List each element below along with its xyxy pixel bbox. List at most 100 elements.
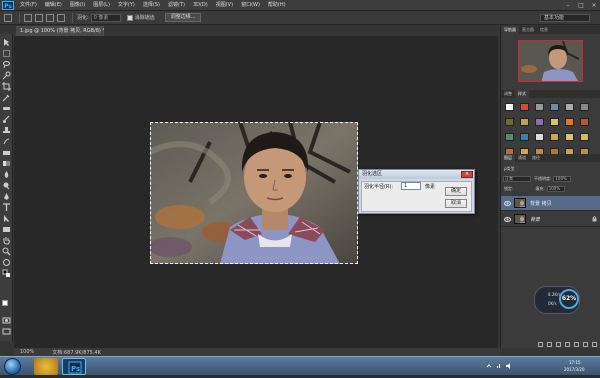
- taskbar-time[interactable]: 17:15: [569, 360, 581, 365]
- intersect-selection-icon[interactable]: [57, 13, 65, 22]
- rotate-view-tool-icon[interactable]: [2, 258, 11, 267]
- refine-edge-button[interactable]: 调整边缘...: [164, 13, 202, 22]
- trash-icon[interactable]: [592, 342, 597, 347]
- fill-input[interactable]: 100%: [546, 185, 565, 192]
- eyedropper-tool-icon[interactable]: [2, 93, 11, 102]
- maximize-button[interactable]: □: [575, 1, 587, 10]
- style-swatch[interactable]: [520, 118, 529, 126]
- style-swatch[interactable]: [535, 133, 544, 141]
- menu-window[interactable]: 窗口(W): [237, 0, 264, 11]
- link-layers-icon[interactable]: [538, 342, 543, 347]
- menu-filter[interactable]: 滤镜(T): [164, 0, 189, 11]
- photoshop-taskbar-icon[interactable]: Ps: [62, 358, 86, 375]
- start-button[interactable]: [4, 358, 21, 375]
- zoom-level[interactable]: 100%: [20, 349, 34, 355]
- new-layer-icon[interactable]: [583, 342, 588, 347]
- style-swatch[interactable]: [505, 118, 514, 126]
- style-swatch[interactable]: [520, 103, 529, 111]
- pen-tool-icon[interactable]: [2, 192, 11, 201]
- menu-3d[interactable]: 3D(D): [189, 0, 212, 11]
- close-button[interactable]: ×: [588, 1, 600, 10]
- layer-row-background-copy[interactable]: 背景 拷贝: [501, 196, 600, 211]
- cancel-button[interactable]: 取消: [445, 199, 467, 208]
- new-selection-icon[interactable]: [24, 13, 32, 22]
- volume-tray-icon[interactable]: [506, 363, 512, 369]
- type-tool-icon[interactable]: [2, 203, 11, 212]
- subtract-selection-icon[interactable]: [46, 13, 54, 22]
- tab-adjustments[interactable]: 调整: [501, 90, 515, 98]
- feather-input[interactable]: 0 像素: [90, 13, 121, 22]
- style-swatch[interactable]: [535, 118, 544, 126]
- eraser-tool-icon[interactable]: [2, 148, 11, 157]
- network-tray-icon[interactable]: [496, 363, 502, 369]
- antialias-checkbox[interactable]: [126, 14, 133, 21]
- style-swatch[interactable]: [550, 133, 559, 141]
- tab-navigator[interactable]: 导航器: [501, 26, 519, 34]
- hand-tool-icon[interactable]: [2, 236, 11, 245]
- tab-styles[interactable]: 样式: [515, 90, 529, 98]
- tray-arrow-icon[interactable]: [486, 363, 492, 369]
- style-swatch[interactable]: [505, 103, 514, 111]
- rectangle-tool-icon[interactable]: [2, 225, 11, 234]
- quick-mask-icon[interactable]: [2, 316, 11, 325]
- menu-layer[interactable]: 图层(L): [89, 0, 114, 11]
- add-mask-icon[interactable]: [556, 342, 561, 347]
- menu-help[interactable]: 帮助(H): [264, 0, 290, 11]
- style-swatch[interactable]: [580, 133, 589, 141]
- style-swatch[interactable]: [580, 118, 589, 126]
- menu-image[interactable]: 图像(I): [66, 0, 89, 11]
- style-swatch[interactable]: [505, 133, 514, 141]
- screen-mode-icon[interactable]: [2, 327, 11, 336]
- brush-tool-icon[interactable]: [2, 115, 11, 124]
- history-brush-tool-icon[interactable]: [2, 137, 11, 146]
- style-swatch[interactable]: [565, 133, 574, 141]
- path-selection-tool-icon[interactable]: [2, 214, 11, 223]
- new-group-icon[interactable]: [574, 342, 579, 347]
- blur-tool-icon[interactable]: [2, 170, 11, 179]
- minimize-button[interactable]: –: [562, 1, 574, 10]
- add-selection-icon[interactable]: [35, 13, 43, 22]
- lasso-tool-icon[interactable]: [2, 60, 11, 69]
- document-tab[interactable]: 1.jpg @ 100% (背景 拷贝, RGB/8) *: [16, 26, 104, 36]
- fx-icon[interactable]: [547, 342, 552, 347]
- zoom-tool-icon[interactable]: [2, 247, 11, 256]
- layer-row-background[interactable]: 背景: [501, 212, 600, 227]
- menu-select[interactable]: 选择(S): [139, 0, 164, 11]
- eye-icon[interactable]: [504, 216, 511, 222]
- gradient-tool-icon[interactable]: [2, 159, 11, 168]
- tab-paths[interactable]: 路径: [529, 154, 543, 162]
- quick-selection-tool-icon[interactable]: [2, 71, 11, 80]
- menu-edit[interactable]: 编辑(E): [41, 0, 66, 11]
- tab-channels[interactable]: 通道: [515, 154, 529, 162]
- style-swatch[interactable]: [550, 103, 559, 111]
- layer-kind-label[interactable]: ρ类型: [504, 166, 515, 172]
- document-size[interactable]: 文档:687.9K/875.4K: [52, 349, 101, 356]
- navigator-thumbnail[interactable]: [518, 40, 583, 82]
- style-swatch[interactable]: [565, 103, 574, 111]
- eye-icon[interactable]: [504, 200, 511, 206]
- tab-info[interactable]: 信息: [537, 26, 551, 34]
- healing-brush-tool-icon[interactable]: [2, 104, 11, 113]
- menu-view[interactable]: 视图(V): [212, 0, 237, 11]
- blend-mode-select[interactable]: 正常: [503, 175, 531, 182]
- opacity-input[interactable]: 100%: [553, 175, 572, 182]
- marquee-tool-icon[interactable]: [2, 49, 11, 58]
- workspace-select[interactable]: 基本功能: [540, 13, 590, 22]
- tab-layers[interactable]: 图层: [501, 154, 515, 162]
- move-tool-icon[interactable]: [2, 38, 11, 47]
- feather-radius-input[interactable]: 1: [401, 182, 421, 190]
- menu-type[interactable]: 文字(Y): [114, 0, 139, 11]
- default-colors-icon[interactable]: [2, 269, 11, 278]
- clone-stamp-tool-icon[interactable]: [2, 126, 11, 135]
- tab-histogram[interactable]: 直方图: [519, 26, 537, 34]
- style-swatch[interactable]: [535, 103, 544, 111]
- taskbar-date[interactable]: 2017/3/20: [564, 367, 585, 372]
- foreground-color-swatch[interactable]: [2, 300, 8, 306]
- ok-button[interactable]: 确定: [445, 187, 467, 196]
- explorer-taskbar-icon[interactable]: [34, 358, 58, 375]
- photo-canvas[interactable]: [150, 122, 358, 264]
- dialog-title[interactable]: 羽化选区 ×: [359, 170, 474, 179]
- crop-tool-icon[interactable]: [2, 82, 11, 91]
- adjustment-layer-icon[interactable]: [565, 342, 570, 347]
- dialog-close-button[interactable]: ×: [461, 171, 473, 178]
